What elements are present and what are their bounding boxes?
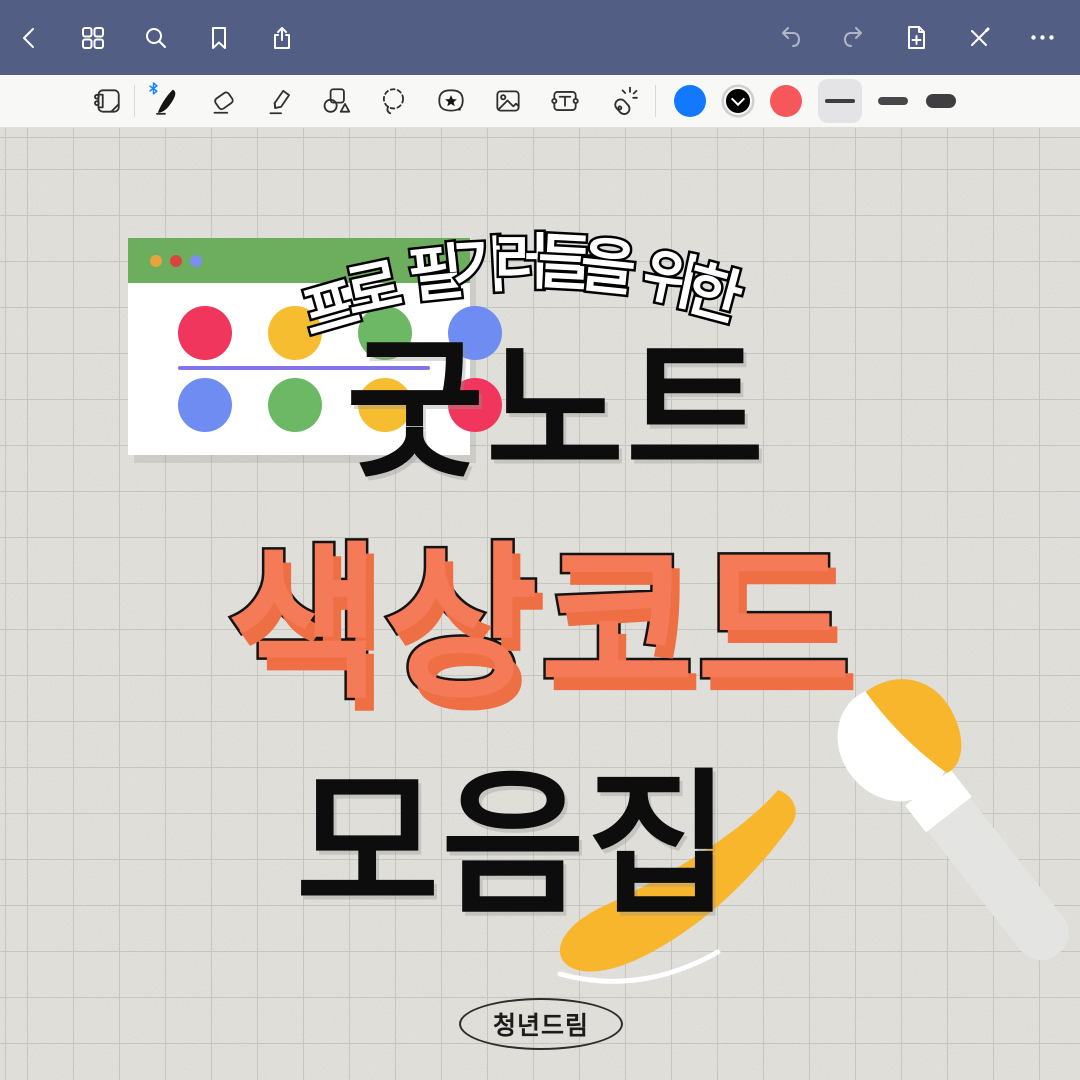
subtitle-char: 을 (577, 216, 629, 307)
redo-button[interactable] (839, 24, 867, 52)
back-chevron-icon (17, 25, 43, 51)
color-dot (268, 378, 322, 432)
documents-button[interactable] (79, 24, 107, 52)
color-swatch-red[interactable] (770, 85, 802, 117)
more-ellipsis-icon (1029, 24, 1056, 51)
color-dot (178, 306, 232, 360)
search-button[interactable] (142, 24, 170, 52)
subtitle-char: 기 (449, 217, 497, 306)
page-preview-icon (91, 85, 123, 117)
title-goodnotes: 굿노트 (346, 336, 766, 486)
lasso-icon (378, 85, 410, 117)
note-canvas[interactable]: 프로필기러들을위한 굿노트 색상코드 모음집 청년드림 (0, 128, 1080, 1080)
image-tool[interactable] (491, 84, 525, 118)
eraser-tool[interactable] (206, 84, 240, 118)
thickness-group (818, 79, 958, 123)
laser-pointer-icon (606, 85, 638, 117)
color-dot (190, 255, 202, 267)
thickness-thick[interactable] (924, 79, 958, 123)
elements-star-icon (435, 85, 467, 117)
eraser-icon (207, 85, 239, 117)
more-button[interactable] (1028, 24, 1056, 52)
color-dot (150, 255, 162, 267)
subtitle-char: 필 (404, 224, 456, 315)
top-navigation-bar (0, 0, 1080, 75)
pen-mode-button[interactable] (965, 24, 993, 52)
bluetooth-icon (148, 82, 159, 95)
shapes-tool[interactable] (320, 84, 354, 118)
lasso-tool[interactable] (377, 84, 411, 118)
pages-grid-icon (80, 25, 106, 51)
add-page-icon (903, 24, 930, 51)
pen-mode-toggle-icon (966, 25, 992, 51)
image-icon (492, 85, 524, 117)
back-button[interactable] (16, 24, 44, 52)
color-dot (170, 255, 182, 267)
tools-toolbar (0, 75, 1080, 128)
nav-right-group (776, 24, 1056, 52)
tool-group (149, 84, 639, 118)
subtitle-char: 러 (495, 214, 538, 301)
share-icon (269, 25, 295, 51)
undo-icon (777, 24, 804, 51)
text-icon (549, 85, 581, 117)
highlighter-icon (264, 85, 296, 117)
text-tool[interactable] (548, 84, 582, 118)
shapes-icon (321, 85, 353, 117)
color-swatch-group (674, 85, 802, 117)
thickness-medium[interactable] (876, 79, 910, 123)
brand-badge: 청년드림 (459, 998, 623, 1050)
title-color-codes: 색상코드 (227, 540, 853, 708)
color-dot (178, 378, 232, 432)
title-collection: 모음집 (296, 768, 733, 924)
brand-badge-label: 청년드림 (493, 1006, 589, 1042)
highlighter-tool[interactable] (263, 84, 297, 118)
page-preview-button[interactable] (90, 84, 124, 118)
redo-icon (840, 24, 867, 51)
undo-button[interactable] (776, 24, 804, 52)
bookmark-icon (206, 25, 232, 51)
share-button[interactable] (268, 24, 296, 52)
thickness-thin-selected[interactable] (818, 79, 862, 123)
toolbar-divider (655, 85, 656, 117)
color-swatch-black-selected[interactable] (724, 87, 752, 115)
color-swatch-blue[interactable] (674, 85, 706, 117)
nav-left-group (16, 24, 296, 52)
subtitle-arched-text: 프로필기러들을위한 (302, 214, 731, 301)
bookmark-button[interactable] (205, 24, 233, 52)
laser-pointer-tool[interactable] (605, 84, 639, 118)
elements-tool[interactable] (434, 84, 468, 118)
pen-tool[interactable] (149, 84, 183, 118)
search-icon (143, 25, 169, 51)
add-page-button[interactable] (902, 24, 930, 52)
subtitle-char: 들 (536, 213, 584, 302)
toolbar-divider (134, 85, 135, 117)
